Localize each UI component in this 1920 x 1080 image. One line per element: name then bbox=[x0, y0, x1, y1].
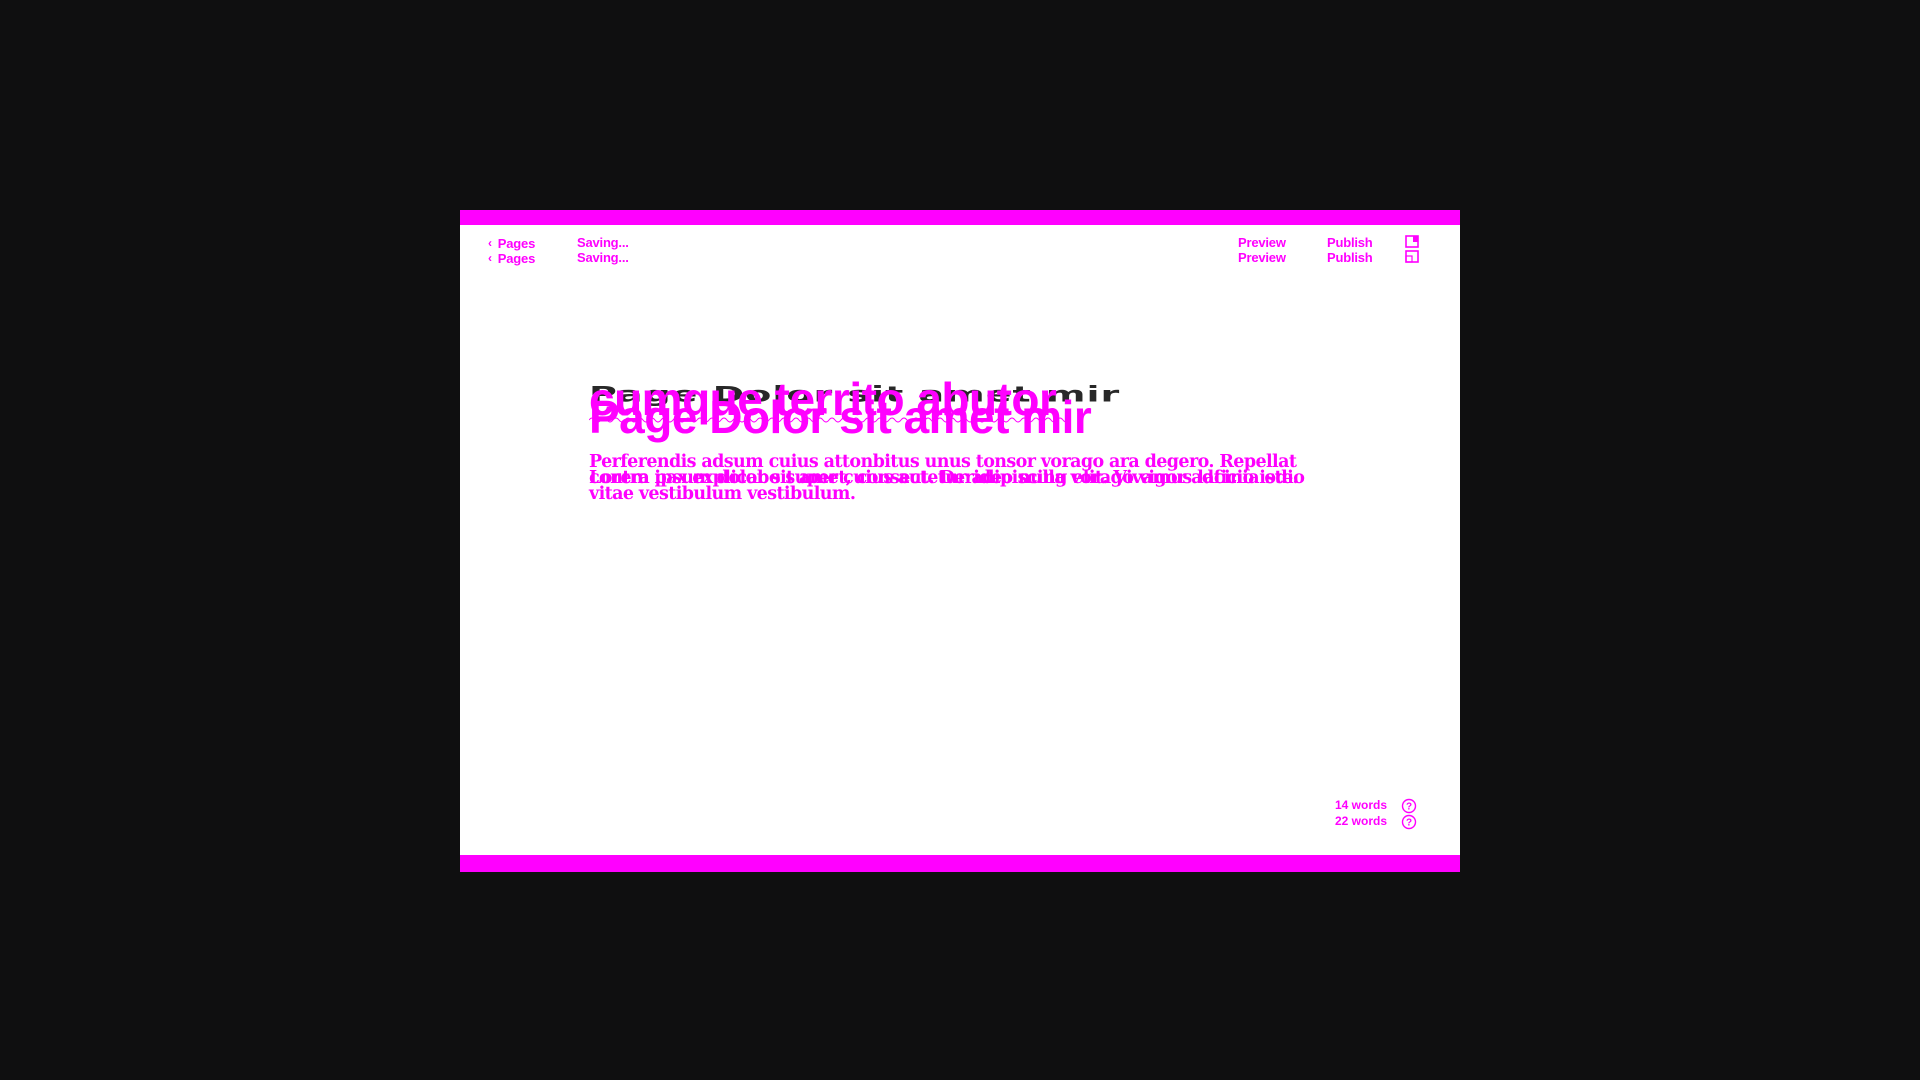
back-to-pages-button-duplicate[interactable]: ‹ Pages bbox=[488, 250, 535, 266]
svg-text:?: ? bbox=[1406, 802, 1412, 813]
word-count-duplicate: 22 words bbox=[1334, 814, 1387, 828]
spellcheck-underline bbox=[589, 417, 1070, 423]
footer: 14 words ? bbox=[460, 798, 1460, 814]
word-count: 14 words bbox=[1334, 798, 1387, 812]
toolbar: ‹ Pages Saving... Preview Publish bbox=[460, 235, 1460, 251]
editor-window: ‹ Pages Saving... Preview Publish ‹ Page… bbox=[460, 210, 1460, 872]
back-label-duplicate: Pages bbox=[497, 250, 536, 266]
preview-button[interactable]: Preview bbox=[1238, 235, 1286, 250]
publish-button[interactable]: Publish bbox=[1327, 235, 1373, 250]
preview-button-duplicate[interactable]: Preview bbox=[1238, 250, 1286, 265]
chevron-left-icon: ‹ bbox=[488, 251, 492, 265]
toolbar-duplicate: ‹ Pages Saving... Preview Publish bbox=[460, 250, 1460, 266]
sidebar-layout-icon[interactable] bbox=[1405, 250, 1419, 263]
help-circle-icon[interactable]: ? bbox=[1401, 798, 1417, 814]
publish-button-duplicate[interactable]: Publish bbox=[1327, 250, 1373, 265]
save-status-duplicate: Saving... bbox=[577, 250, 629, 265]
page-body-field[interactable]: Perferendis adsum cuius attonbitus unus … bbox=[589, 453, 1349, 524]
svg-text:?: ? bbox=[1406, 818, 1412, 829]
bottom-accent-bar bbox=[460, 855, 1460, 872]
page-body-text-duplicate[interactable]: Lorem ipsum dolor sit amet, consectetur … bbox=[589, 469, 1349, 503]
chevron-left-icon: ‹ bbox=[488, 236, 492, 250]
save-status: Saving... bbox=[577, 235, 629, 250]
top-accent-bar bbox=[460, 210, 1460, 225]
page-title-field[interactable]: Page Dolor sit amet mir cumque territo a… bbox=[589, 376, 1349, 456]
sidebar-layout-icon[interactable] bbox=[1405, 235, 1419, 248]
back-to-pages-button[interactable]: ‹ Pages bbox=[488, 235, 535, 251]
footer-duplicate: 22 words ? bbox=[460, 814, 1460, 830]
back-label: Pages bbox=[497, 235, 536, 251]
help-circle-icon[interactable]: ? bbox=[1401, 814, 1417, 830]
